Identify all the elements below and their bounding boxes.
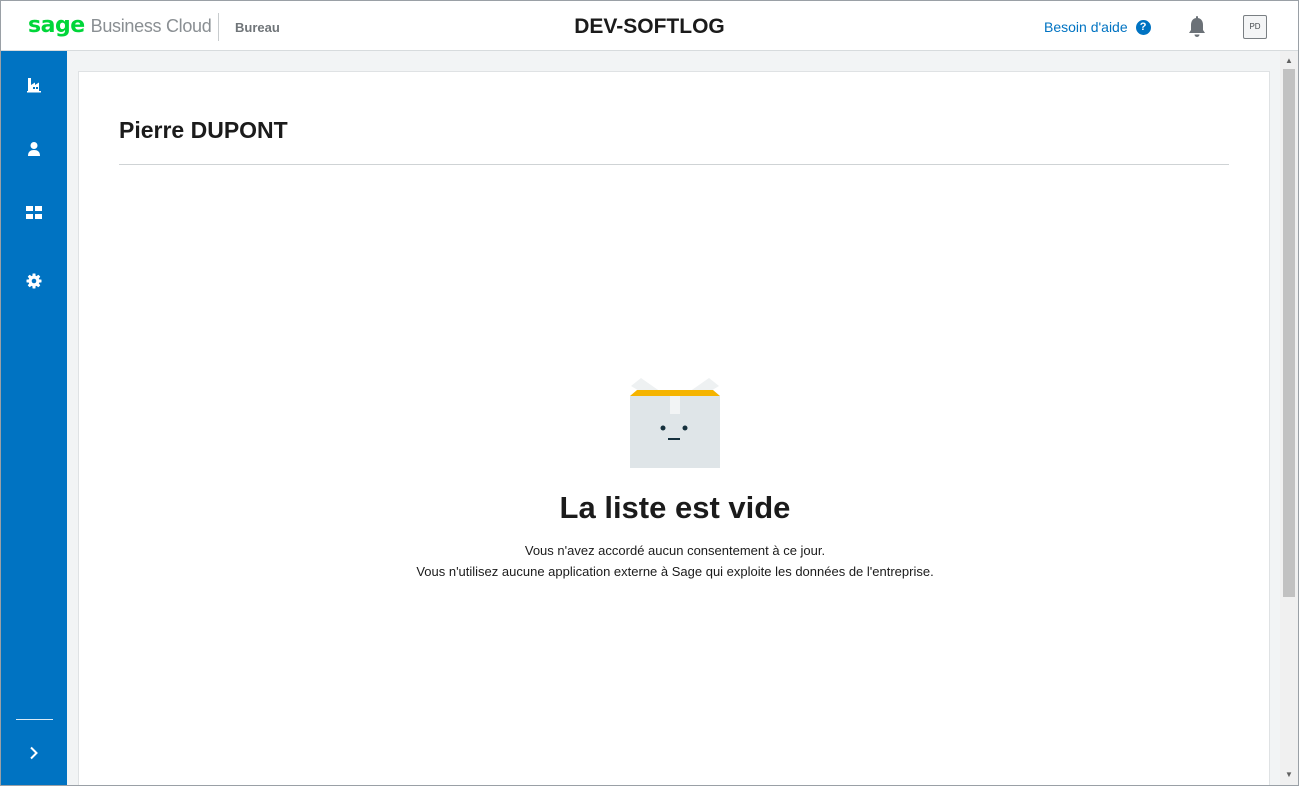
- help-link[interactable]: Besoin d'aide ?: [1044, 19, 1151, 35]
- product-name: Business Cloud: [90, 16, 212, 36]
- question-circle-icon: ?: [1135, 19, 1151, 35]
- sage-logo[interactable]: sage Business Cloud: [28, 13, 212, 41]
- page-title: Pierre DUPONT: [119, 117, 288, 143]
- app-window: sage Business Cloud Bureau DEV-SOFTLOG B…: [0, 0, 1299, 786]
- empty-state-message: Vous n'avez accordé aucun consentement à…: [524, 543, 826, 558]
- chevron-right-icon: [30, 746, 38, 760]
- sidebar: [1, 51, 67, 785]
- avatar[interactable]: PD: [1243, 15, 1267, 39]
- empty-state: La liste est vide Vous n'avez accordé au…: [79, 372, 1271, 582]
- gear-icon: [26, 273, 42, 289]
- help-label: Besoin d'aide: [1044, 19, 1128, 35]
- grid-icon: [26, 206, 42, 219]
- scroll-thumb[interactable]: [1283, 69, 1295, 597]
- section-label: Bureau: [235, 20, 280, 35]
- brand-name: sage: [28, 13, 85, 38]
- scroll-up-arrow-icon[interactable]: ▲: [1280, 53, 1298, 69]
- title-divider: [119, 164, 1229, 165]
- sidebar-item-applications[interactable]: [1, 193, 67, 233]
- empty-state-title: La liste est vide: [559, 490, 791, 525]
- empty-state-message: Vous n'utilisez aucune application exter…: [416, 564, 934, 579]
- logo-divider: [218, 13, 219, 41]
- top-bar: sage Business Cloud Bureau DEV-SOFTLOG B…: [1, 1, 1298, 51]
- sidebar-item-settings[interactable]: [1, 261, 67, 301]
- user-icon: [28, 142, 40, 156]
- sidebar-item-company[interactable]: [1, 65, 67, 105]
- sidebar-item-users[interactable]: [1, 129, 67, 169]
- sidebar-expand-button[interactable]: [1, 733, 67, 773]
- vertical-scrollbar[interactable]: ▲ ▼: [1280, 51, 1298, 785]
- scroll-down-arrow-icon[interactable]: ▼: [1280, 767, 1298, 783]
- factory-icon: [27, 78, 41, 93]
- main-card: Pierre DUPONT La liste est vide Vous n'a…: [78, 71, 1271, 785]
- notifications-button[interactable]: [1187, 16, 1207, 38]
- bell-icon: [1189, 16, 1205, 37]
- empty-box-icon: [630, 378, 720, 468]
- sidebar-divider: [16, 719, 53, 720]
